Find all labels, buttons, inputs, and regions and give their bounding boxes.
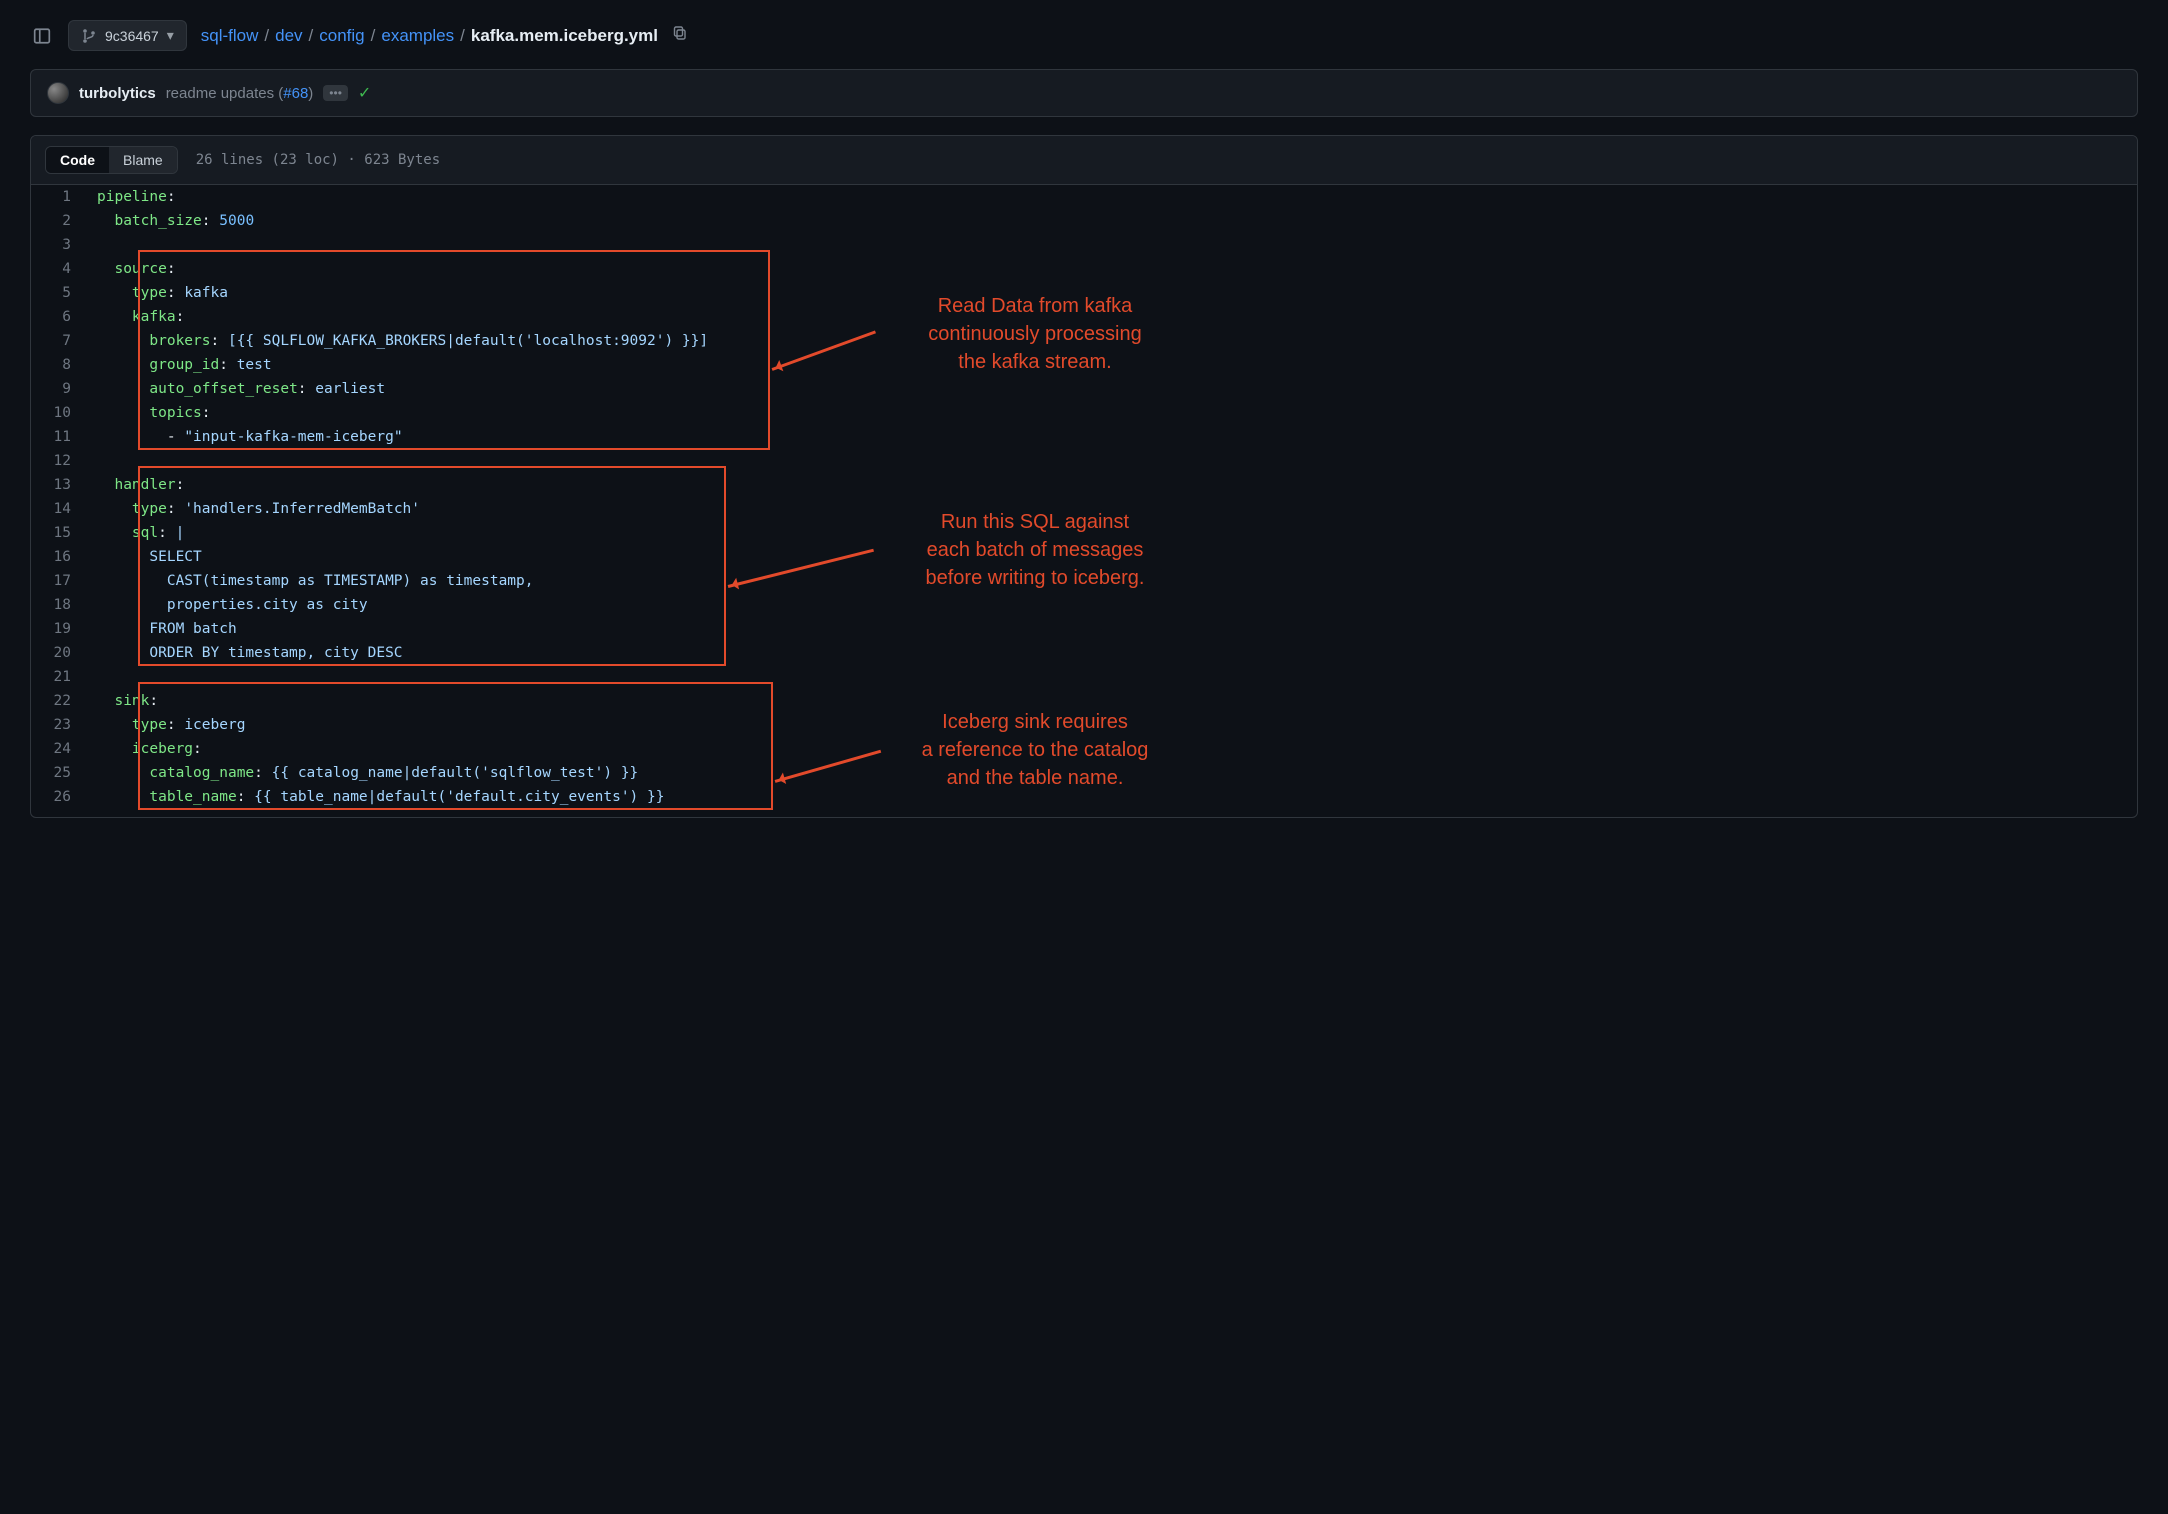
annotation-text-sink: Iceberg sink requires a reference to the… <box>870 708 1200 792</box>
breadcrumb: sql-flow / dev / config / examples / kaf… <box>201 25 688 46</box>
line-number[interactable]: 18 <box>31 593 93 617</box>
line-number[interactable]: 7 <box>31 329 93 353</box>
line-number[interactable]: 2 <box>31 209 93 233</box>
side-panel-icon[interactable] <box>30 24 54 48</box>
line-number[interactable]: 25 <box>31 761 93 785</box>
code-line[interactable]: 20 ORDER BY timestamp, city DESC <box>31 641 2137 665</box>
code-line[interactable]: 9 auto_offset_reset: earliest <box>31 377 2137 401</box>
line-number[interactable]: 10 <box>31 401 93 425</box>
line-code: sink: <box>93 689 158 713</box>
topbar: 9c36467 ▾ sql-flow / dev / config / exam… <box>30 20 2138 51</box>
line-code: properties.city as city <box>93 593 368 617</box>
line-number[interactable]: 9 <box>31 377 93 401</box>
code-line[interactable]: 3 <box>31 233 2137 257</box>
line-code: source: <box>93 257 176 281</box>
code-line[interactable]: 10 topics: <box>31 401 2137 425</box>
line-code: group_id: test <box>93 353 272 377</box>
view-toggle: Code Blame <box>45 146 178 174</box>
line-number[interactable]: 4 <box>31 257 93 281</box>
tab-blame[interactable]: Blame <box>109 147 177 173</box>
line-code: SELECT <box>93 545 202 569</box>
file-header: Code Blame 26 lines (23 loc) · 623 Bytes <box>31 136 2137 185</box>
branch-selector[interactable]: 9c36467 ▾ <box>68 20 187 51</box>
line-number[interactable]: 17 <box>31 569 93 593</box>
breadcrumb-part-0[interactable]: dev <box>275 26 302 46</box>
line-number[interactable]: 13 <box>31 473 93 497</box>
code-line[interactable]: 2 batch_size: 5000 <box>31 209 2137 233</box>
line-code: pipeline: <box>93 185 176 209</box>
line-number[interactable]: 22 <box>31 689 93 713</box>
line-number[interactable]: 15 <box>31 521 93 545</box>
line-code: - "input-kafka-mem-iceberg" <box>93 425 403 449</box>
line-number[interactable]: 11 <box>31 425 93 449</box>
latest-commit-bar[interactable]: turbolytics readme updates (#68) ••• ✓ <box>30 69 2138 117</box>
code-line[interactable]: 12 <box>31 449 2137 473</box>
line-number[interactable]: 1 <box>31 185 93 209</box>
breadcrumb-part-2[interactable]: examples <box>381 26 454 46</box>
code-line[interactable]: 4 source: <box>31 257 2137 281</box>
line-number[interactable]: 24 <box>31 737 93 761</box>
chevron-down-icon: ▾ <box>167 27 174 44</box>
line-code: catalog_name: {{ catalog_name|default('s… <box>93 761 638 785</box>
annotation-text-source: Read Data from kafka continuously proces… <box>870 292 1200 376</box>
line-code: sql: | <box>93 521 184 545</box>
line-code: ORDER BY timestamp, city DESC <box>93 641 403 665</box>
line-number[interactable]: 12 <box>31 449 93 473</box>
line-code <box>93 233 106 257</box>
line-number[interactable]: 16 <box>31 545 93 569</box>
line-number[interactable]: 8 <box>31 353 93 377</box>
line-code: brokers: [{{ SQLFLOW_KAFKA_BROKERS|defau… <box>93 329 708 353</box>
branch-name: 9c36467 <box>105 28 159 44</box>
line-number[interactable]: 14 <box>31 497 93 521</box>
line-number[interactable]: 19 <box>31 617 93 641</box>
line-code: type: iceberg <box>93 713 245 737</box>
avatar[interactable] <box>47 82 69 104</box>
line-number[interactable]: 3 <box>31 233 93 257</box>
line-code: batch_size: 5000 <box>93 209 254 233</box>
commit-author[interactable]: turbolytics <box>79 85 156 102</box>
line-code: type: 'handlers.InferredMemBatch' <box>93 497 420 521</box>
breadcrumb-filename: kafka.mem.iceberg.yml <box>471 26 658 46</box>
code-line[interactable]: 1pipeline: <box>31 185 2137 209</box>
more-commit-icon[interactable]: ••• <box>323 85 348 101</box>
code-line[interactable]: 13 handler: <box>31 473 2137 497</box>
line-number[interactable]: 5 <box>31 281 93 305</box>
line-code: auto_offset_reset: earliest <box>93 377 385 401</box>
line-number[interactable]: 26 <box>31 785 93 809</box>
line-code: topics: <box>93 401 211 425</box>
code-line[interactable]: 11 - "input-kafka-mem-iceberg" <box>31 425 2137 449</box>
line-code: table_name: {{ table_name|default('defau… <box>93 785 664 809</box>
line-code: handler: <box>93 473 184 497</box>
line-code <box>93 665 106 689</box>
line-code <box>93 449 106 473</box>
tab-code[interactable]: Code <box>46 147 109 173</box>
breadcrumb-part-1[interactable]: config <box>319 26 364 46</box>
code-line[interactable]: 19 FROM batch <box>31 617 2137 641</box>
copy-path-icon[interactable] <box>672 25 688 46</box>
breadcrumb-repo[interactable]: sql-flow <box>201 26 259 46</box>
code-line[interactable]: 18 properties.city as city <box>31 593 2137 617</box>
commit-message[interactable]: readme updates (#68) <box>166 85 314 102</box>
code-line[interactable]: 21 <box>31 665 2137 689</box>
line-code: CAST(timestamp as TIMESTAMP) as timestam… <box>93 569 534 593</box>
line-code: FROM batch <box>93 617 237 641</box>
pr-link[interactable]: #68 <box>283 85 308 102</box>
line-code: iceberg: <box>93 737 202 761</box>
line-number[interactable]: 21 <box>31 665 93 689</box>
line-number[interactable]: 23 <box>31 713 93 737</box>
file-info: 26 lines (23 loc) · 623 Bytes <box>196 152 440 168</box>
annotation-text-handler: Run this SQL against each batch of messa… <box>870 508 1200 592</box>
check-icon[interactable]: ✓ <box>358 83 371 103</box>
line-number[interactable]: 20 <box>31 641 93 665</box>
line-code: kafka: <box>93 305 184 329</box>
git-branch-icon <box>81 28 97 44</box>
line-code: type: kafka <box>93 281 228 305</box>
line-number[interactable]: 6 <box>31 305 93 329</box>
